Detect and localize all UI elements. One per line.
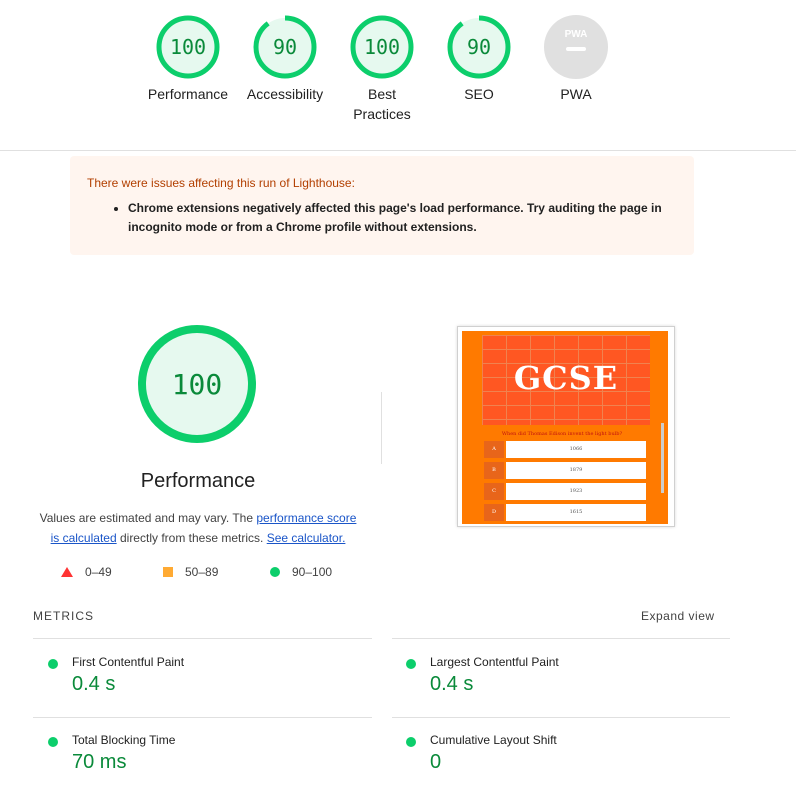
- vertical-divider: [381, 392, 382, 464]
- metrics-divider: [392, 717, 730, 718]
- legend-pass-label: 90–100: [292, 565, 333, 579]
- screenshot-page: GCSE When did Thomas Edison invent the l…: [462, 331, 668, 524]
- seo-gauge-ring: 90: [447, 15, 511, 79]
- header-divider: [0, 150, 796, 151]
- run-warnings: There were issues affecting this run of …: [70, 156, 694, 255]
- gcse-logo: GCSE: [513, 359, 619, 397]
- gauge-label-seo: SEO: [464, 86, 494, 102]
- gauge-performance[interactable]: 100 Performance: [143, 14, 233, 104]
- desc-text: Values are estimated and may vary. The: [39, 511, 257, 525]
- warning-list: Chrome extensions negatively affected th…: [110, 199, 688, 237]
- svg-text:PWA: PWA: [565, 29, 588, 40]
- performance-score: 100: [170, 35, 206, 59]
- legend-pass: 90–100: [270, 565, 332, 579]
- answer-row: C 1923: [484, 483, 646, 500]
- performance-title: Performance: [140, 470, 256, 492]
- answer-row: D 1615: [484, 504, 646, 521]
- legend-average-label: 50–89: [185, 565, 219, 579]
- answer-text: 1879: [506, 462, 646, 479]
- legend-average: 50–89: [163, 565, 218, 579]
- performance-main-gauge: 100: [138, 325, 256, 443]
- pass-circle-icon: [48, 659, 58, 669]
- performance-main-score: 100: [172, 368, 223, 401]
- gauge-label-best-practices: Best Practices: [353, 86, 411, 122]
- accessibility-score: 90: [273, 35, 297, 59]
- pass-circle-icon: [406, 737, 416, 747]
- pass-circle-icon: [48, 737, 58, 747]
- metric-name: Cumulative Layout Shift: [430, 733, 557, 747]
- warning-title: There were issues affecting this run of …: [87, 176, 355, 190]
- metric-value: 0.4 s: [72, 673, 116, 695]
- performance-description: Values are estimated and may vary. The p…: [36, 508, 360, 548]
- gauge-label-performance: Performance: [147, 86, 229, 102]
- legend-fail: 0–49: [61, 565, 112, 579]
- metrics-divider: [392, 638, 730, 639]
- answer-text: 1923: [506, 483, 646, 500]
- answer-row: B 1879: [484, 462, 646, 479]
- pass-circle-icon: [406, 659, 416, 669]
- gauge-best-practices[interactable]: 100 Best Practices: [337, 14, 427, 124]
- accessibility-gauge-ring: 90: [253, 15, 317, 79]
- gauge-accessibility[interactable]: 90 Accessibility: [240, 14, 330, 104]
- category-gauges: 100 Performance 90 Accessibility 100 Bes…: [0, 0, 796, 150]
- metric-name: Total Blocking Time: [72, 733, 176, 747]
- desc-text-middle: directly from these metrics.: [116, 531, 267, 545]
- square-icon: [163, 567, 173, 577]
- metric-value: 0.4 s: [430, 673, 474, 695]
- final-screenshot[interactable]: GCSE When did Thomas Edison invent the l…: [457, 326, 675, 527]
- metrics-divider: [33, 638, 372, 639]
- answer-letter: A: [484, 441, 504, 458]
- quiz-question: When did Thomas Edison invent the light …: [501, 431, 623, 437]
- gauge-seo[interactable]: 90 SEO: [434, 14, 524, 104]
- gauge-label-pwa: PWA: [560, 86, 592, 102]
- see-calculator-link[interactable]: See calculator.: [267, 531, 346, 545]
- metrics-header: METRICS: [33, 609, 94, 623]
- performance-gauge-ring: 100: [156, 15, 220, 79]
- triangle-icon: [61, 567, 73, 577]
- gauge-pwa[interactable]: PWA PWA: [531, 14, 621, 104]
- warning-item: Chrome extensions negatively affected th…: [128, 199, 688, 237]
- answer-letter: B: [484, 462, 504, 479]
- metric-value: 0: [430, 751, 442, 773]
- gauge-label-accessibility: Accessibility: [246, 86, 324, 102]
- metric-name: First Contentful Paint: [72, 655, 185, 669]
- seo-score: 90: [467, 35, 491, 59]
- best-practices-gauge-ring: 100: [350, 15, 414, 79]
- answer-row: A 1066: [484, 441, 646, 458]
- expand-view-toggle[interactable]: Expand view: [641, 609, 715, 623]
- screenshot-scrollbar: [661, 423, 664, 493]
- answer-letter: C: [484, 483, 504, 500]
- answer-letter: D: [484, 504, 504, 521]
- best-practices-score: 100: [364, 35, 400, 59]
- answer-text: 1066: [506, 441, 646, 458]
- metric-value: 70 ms: [72, 751, 127, 773]
- legend-fail-label: 0–49: [85, 565, 112, 579]
- circle-icon: [270, 567, 280, 577]
- metrics-divider: [33, 717, 372, 718]
- answer-text: 1615: [506, 504, 646, 521]
- pwa-badge-icon: PWA: [544, 15, 608, 79]
- metric-name: Largest Contentful Paint: [430, 655, 559, 669]
